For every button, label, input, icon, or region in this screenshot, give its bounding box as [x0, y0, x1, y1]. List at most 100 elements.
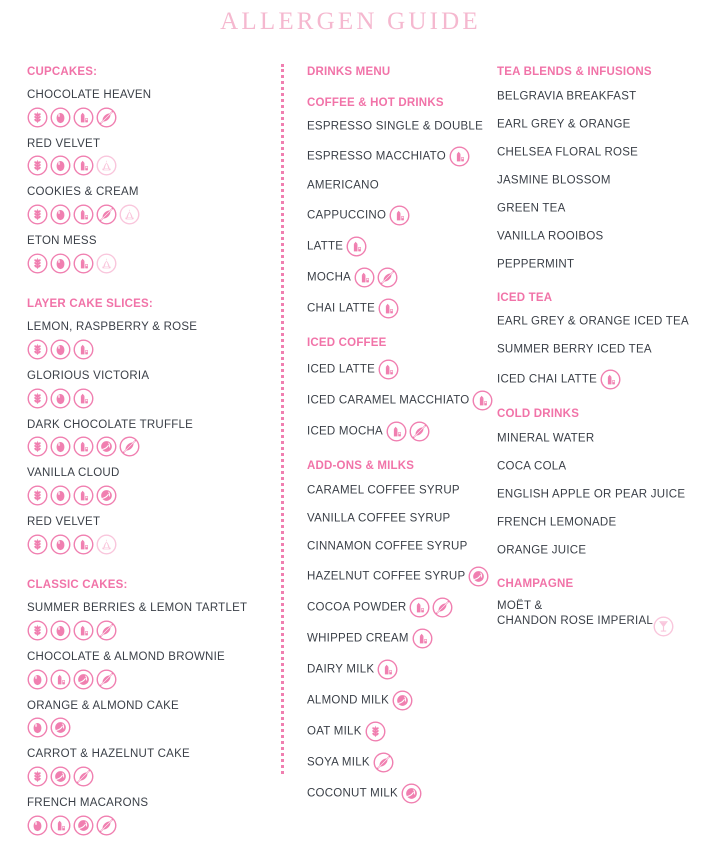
nut-crossed-icon: [96, 107, 117, 128]
menu-item: GLORIOUS VICTORIA: [27, 369, 267, 409]
wheat-icon: [27, 155, 48, 176]
section-heading: CUPCAKES:: [27, 66, 98, 78]
menu-item-name: MOCHA: [307, 271, 352, 284]
menu-item-name: CAPPUCCINO: [307, 209, 387, 222]
menu-item-name: LATTE: [307, 240, 344, 253]
egg-icon: [50, 388, 71, 409]
menu-item: MINERAL WATER: [497, 430, 687, 448]
menu-item: LEMON, RASPBERRY & ROSE: [27, 320, 267, 360]
hazelnut-icon: [50, 717, 71, 738]
menu-item-name: FRENCH LEMONADE: [497, 516, 617, 529]
allergen-icon-group: [401, 783, 424, 804]
menu-item: RED VELVET: [27, 137, 267, 177]
wheat-icon: [365, 721, 386, 742]
nut-crossed-icon: [373, 752, 394, 773]
menu-item: PEPPERMINT: [497, 256, 687, 274]
menu-item-name: SOYA MILK: [307, 755, 370, 768]
menu-item-name: RED VELVET: [27, 516, 101, 529]
menu-item-name: CARROT & HAZELNUT CAKE: [27, 748, 190, 761]
menu-item: COOKIES & CREAM: [27, 185, 267, 225]
egg-icon: [50, 534, 71, 555]
milk-icon: [449, 146, 470, 167]
milk-icon: [73, 107, 94, 128]
egg-icon: [27, 669, 48, 690]
menu-item-name: ICED MOCHA: [307, 425, 383, 438]
soya-icon: [96, 253, 117, 274]
nut-crossed-icon: [96, 620, 117, 641]
menu-item: ETON MESS: [27, 234, 267, 274]
nut-crossed-icon: [377, 267, 398, 288]
menu-item-name: ICED CARAMEL MACCHIATO: [307, 394, 470, 407]
menu-item: RED VELVET: [27, 515, 267, 555]
menu-item-name: EARL GREY & ORANGE ICED TEA: [497, 315, 689, 328]
nut-crossed-icon: [409, 421, 430, 442]
soya-icon: [96, 155, 117, 176]
menu-item: EARL GREY & ORANGE: [497, 116, 687, 134]
menu-item-name-line2: CHANDON ROSE IMPERIAL: [497, 615, 654, 628]
milk-icon: [354, 267, 375, 288]
egg-icon: [50, 485, 71, 506]
menu-item-name: DARK CHOCOLATE TRUFFLE: [27, 418, 194, 431]
allergen-icon-group: [600, 369, 623, 390]
menu-item-name: WHIPPED CREAM: [307, 631, 409, 644]
menu-item: CAPPUCCINO: [307, 205, 492, 226]
menu-item: FRENCH LEMONADE: [497, 514, 687, 532]
allergen-icon-group: [373, 752, 396, 773]
hazelnut-icon: [73, 669, 94, 690]
milk-icon: [600, 369, 621, 390]
column-tea-cold: TEA BLENDS & INFUSIONS BELGRAVIA BREAKFAS…: [497, 66, 689, 641]
menu-item-name: CHOCOLATE & ALMOND BROWNIE: [27, 650, 225, 663]
egg-icon: [27, 717, 48, 738]
hazelnut-icon: [50, 766, 71, 787]
menu-item: JASMINE BLOSSOM: [497, 172, 687, 190]
wheat-icon: [27, 766, 48, 787]
menu-item: ORANGE JUICE: [497, 542, 687, 560]
milk-icon: [389, 205, 410, 226]
egg-icon: [50, 620, 71, 641]
menu-item-name: MOËT &: [497, 599, 543, 612]
allergen-icon-group: [449, 146, 472, 167]
egg-icon: [50, 436, 71, 457]
nut-crossed-icon: [96, 204, 117, 225]
allergen-icon-group: [392, 690, 415, 711]
nut-crossed-icon: [96, 815, 117, 836]
section-heading: CHAMPAGNE: [497, 577, 574, 590]
menu-item: COCA COLA: [497, 458, 687, 476]
hazelnut-icon: [392, 690, 413, 711]
menu-item: CHOCOLATE & ALMOND BROWNIE: [27, 650, 267, 690]
milk-icon: [386, 421, 407, 442]
allergen-icon-group: [354, 267, 400, 288]
menu-item-name: DAIRY MILK: [307, 662, 375, 675]
menu-item-name: HAZELNUT COFFEE SYRUP: [307, 569, 466, 582]
menu-item: CARROT & HAZELNUT CAKE: [27, 747, 267, 787]
allergen-icon-group: [468, 566, 491, 587]
menu-item-name: COCONUT MILK: [307, 786, 398, 799]
menu-item-name: GLORIOUS VICTORIA: [27, 369, 150, 382]
egg-icon: [50, 339, 71, 360]
menu-item: DAIRY MILK: [307, 659, 492, 680]
menu-item-name: OAT MILK: [307, 724, 362, 737]
menu-item-name: VANILLA COFFEE SYRUP: [307, 512, 451, 525]
milk-icon: [73, 388, 94, 409]
milk-icon: [73, 436, 94, 457]
menu-item: ALMOND MILK: [307, 690, 492, 711]
section-heading: DRINKS MENU: [307, 66, 391, 78]
menu-item-name: PEPPERMINT: [497, 258, 575, 271]
menu-item-name: ETON MESS: [27, 235, 97, 248]
wheat-icon: [27, 388, 48, 409]
menu-item-name: SUMMER BERRIES & LEMON TARTLET: [27, 601, 248, 614]
allergen-icon-group: [389, 205, 412, 226]
menu-item: BELGRAVIA BREAKFAST: [497, 88, 687, 106]
menu-item: ESPRESSO SINGLE & DOUBLE: [307, 118, 492, 136]
milk-icon: [409, 597, 430, 618]
milk-icon: [73, 485, 94, 506]
milk-icon: [73, 253, 94, 274]
menu-item-name: ESPRESSO MACCHIATO: [307, 150, 446, 163]
milk-icon: [73, 155, 94, 176]
wheat-icon: [27, 339, 48, 360]
wheat-icon: [27, 204, 48, 225]
menu-item: WHIPPED CREAM: [307, 628, 492, 649]
menu-item: ENGLISH APPLE OR PEAR JUICE: [497, 486, 687, 504]
section-heading: ICED TEA: [497, 291, 553, 304]
section-heading: ADD-ONS & MILKS: [307, 459, 415, 472]
